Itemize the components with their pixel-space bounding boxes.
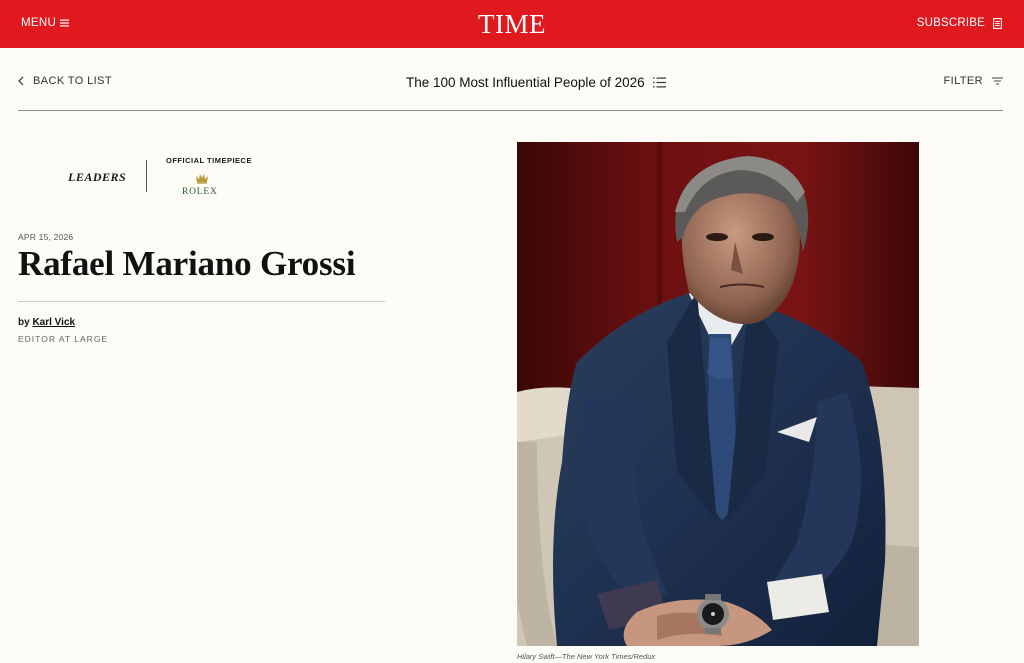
author-link[interactable]: Karl Vick xyxy=(32,317,75,328)
list-icon xyxy=(652,77,666,88)
back-to-list-link[interactable]: BACK TO LIST xyxy=(18,75,112,87)
rolex-crown-icon xyxy=(196,174,208,184)
rolex-logo: ROLEX xyxy=(182,187,218,197)
chevron-left-icon xyxy=(18,76,24,86)
portrait-illustration xyxy=(517,142,919,646)
byline-prefix: by xyxy=(18,317,30,328)
official-timepiece-label: OFFICIAL TIMEPIECE xyxy=(166,156,252,165)
title-divider xyxy=(18,301,385,302)
portrait-photo xyxy=(517,142,919,646)
time-logo[interactable]: TIME xyxy=(0,9,1024,40)
subscribe-label: SUBSCRIBE xyxy=(916,17,985,29)
photo-credit: Hilary Swift—The New York Times/Redux xyxy=(517,652,656,661)
filter-label: FILTER xyxy=(943,75,983,87)
category-label: LEADERS xyxy=(68,170,127,184)
sponsor-divider xyxy=(146,160,147,192)
magazine-icon xyxy=(993,17,1002,29)
author-role: EDITOR AT LARGE xyxy=(18,334,109,344)
list-title-button[interactable]: The 100 Most Influential People of 2026 xyxy=(406,75,666,90)
list-title: The 100 Most Influential People of 2026 xyxy=(406,75,645,90)
filter-icon xyxy=(992,77,1003,85)
sponsor-banner[interactable]: LEADERS OFFICIAL TIMEPIECE ROLEX xyxy=(24,156,294,197)
subscribe-button[interactable]: SUBSCRIBE xyxy=(917,17,1002,29)
byline: by Karl Vick xyxy=(18,317,75,328)
back-label: BACK TO LIST xyxy=(33,75,112,87)
list-navigation: BACK TO LIST The 100 Most Influential Pe… xyxy=(18,48,1003,111)
filter-button[interactable]: FILTER xyxy=(944,75,1003,87)
publish-date: APR 15, 2026 xyxy=(18,232,74,242)
top-bar: MENU TIME SUBSCRIBE xyxy=(0,0,1024,48)
article-title: Rafael Mariano Grossi xyxy=(18,244,356,283)
